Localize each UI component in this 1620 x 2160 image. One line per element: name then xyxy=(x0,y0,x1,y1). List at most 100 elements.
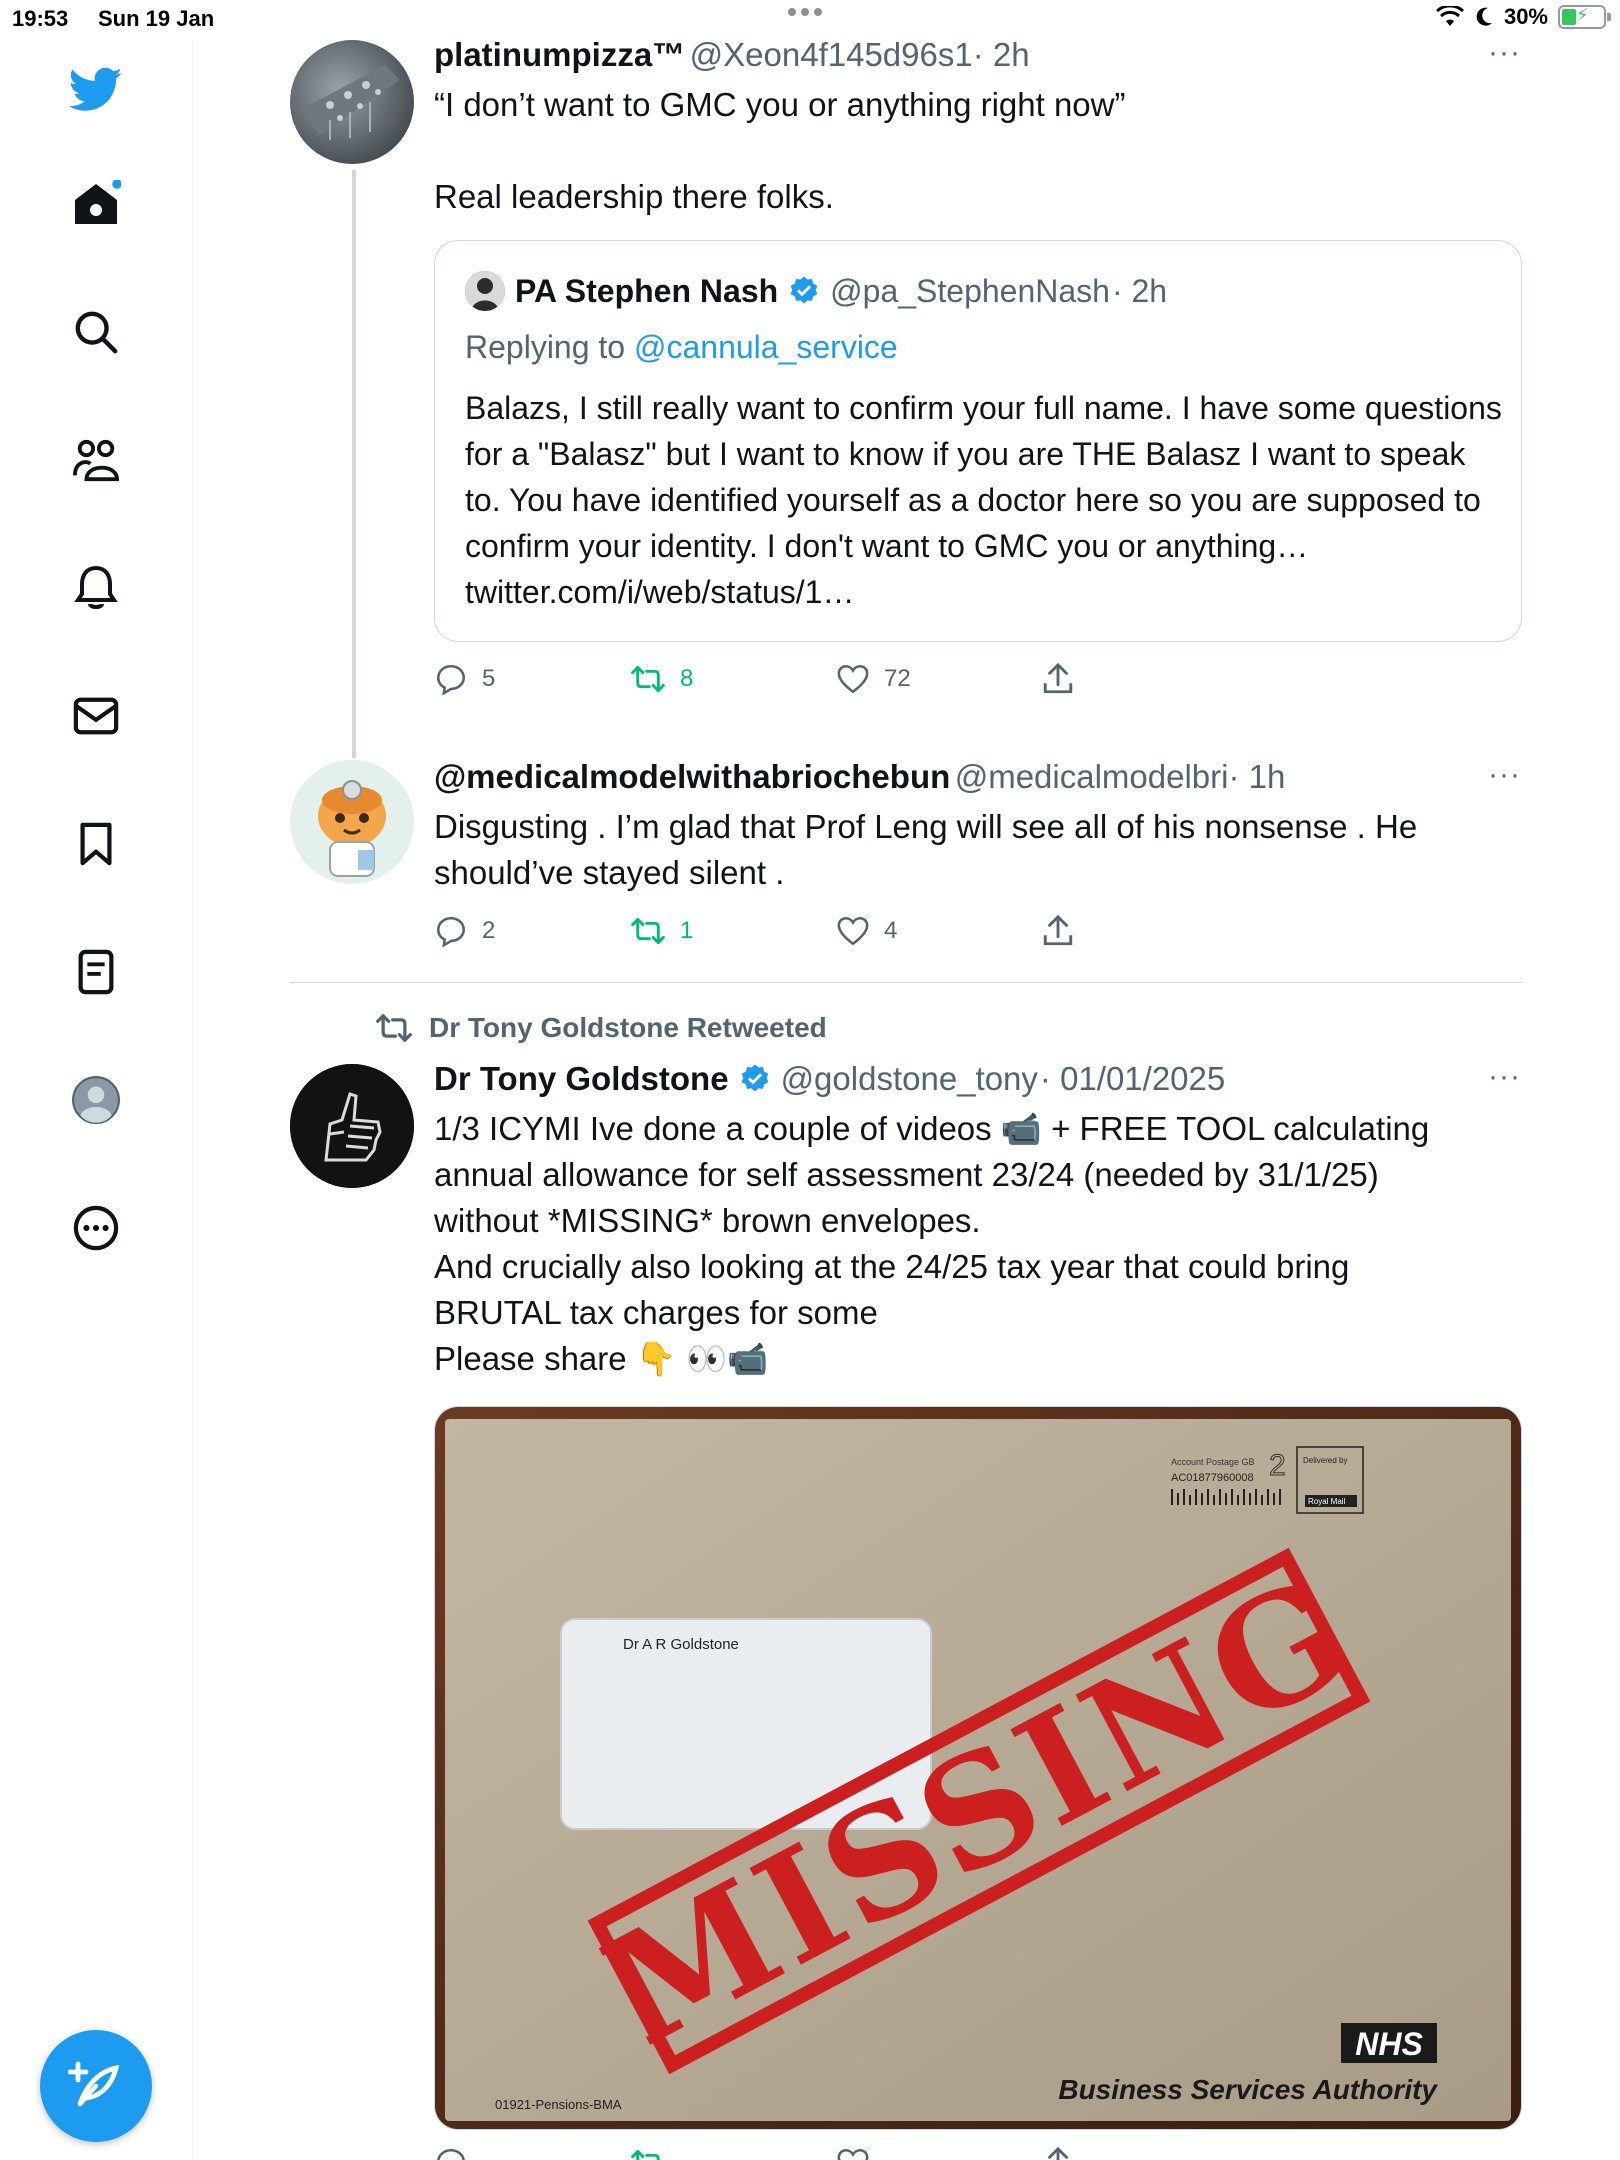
more-options-icon[interactable]: ··· xyxy=(1488,1060,1521,1094)
share-button[interactable] xyxy=(1042,2146,1074,2160)
compose-tweet-button[interactable] xyxy=(40,2030,152,2142)
author-name[interactable]: platinumpizza™ xyxy=(434,36,685,73)
verified-badge-icon xyxy=(741,1064,768,1092)
postage-label: Account Postage GB xyxy=(1171,1457,1255,1467)
tweet-text-line: 1/3 ICYMI Ive done a couple of videos 📹 … xyxy=(434,1110,1430,1147)
author-name[interactable]: @medicalmodelwithabriochebun xyxy=(434,758,950,795)
tweet-text-line: And crucially also looking at the 24/25 … xyxy=(434,1248,1350,1285)
messages-envelope-icon[interactable] xyxy=(66,686,126,746)
replying-prefix: Replying to xyxy=(465,329,626,365)
reply-button[interactable]: 2 xyxy=(434,914,630,948)
tweet-time[interactable]: · 1h xyxy=(1228,758,1285,795)
tweet-media-image[interactable]: Account Postage GB AC01877960008 2 Deliv… xyxy=(434,1406,1522,2130)
like-count: 4 xyxy=(884,917,898,944)
tweet-time[interactable]: · 01/01/2025 xyxy=(1040,1060,1225,1098)
tweet-text-line: annual allowance for self assessment 23/… xyxy=(434,1156,1379,1193)
retweet-icon xyxy=(376,1014,412,1042)
like-count: 72 xyxy=(884,665,911,692)
tweet-actions: 2 1 4 xyxy=(434,914,1074,948)
author-handle[interactable]: @goldstone_tony xyxy=(781,1060,1038,1098)
share-icon xyxy=(1048,2146,1068,2160)
moon-icon xyxy=(1476,7,1492,26)
tweet-text: “I don’t want to GMC you or anything rig… xyxy=(434,86,1126,123)
share-button[interactable] xyxy=(1042,662,1074,696)
envelope-reference: 01921-Pensions-BMA xyxy=(495,2097,622,2112)
heart-icon xyxy=(837,2148,869,2160)
tweet-header: @medicalmodelwithabriochebun @medicalmod… xyxy=(434,758,1285,796)
avatar[interactable] xyxy=(290,40,414,164)
postage-class: 2 xyxy=(1269,1449,1286,1482)
more-options-icon[interactable]: ··· xyxy=(1488,36,1521,70)
wifi-icon xyxy=(1435,6,1464,26)
quote-text: Balazs, I still really want to confirm y… xyxy=(465,390,1502,610)
avatar[interactable] xyxy=(290,760,414,884)
tweet-text: Disgusting . I’m glad that Prof Leng wil… xyxy=(434,808,1418,891)
quote-avatar xyxy=(465,271,505,311)
twitter-logo-icon[interactable] xyxy=(66,60,126,120)
quote-author-handle: @pa_StephenNash xyxy=(830,272,1110,309)
replying-to-link[interactable]: @cannula_service xyxy=(634,329,898,365)
home-icon[interactable] xyxy=(66,174,126,234)
like-button[interactable]: 4 xyxy=(836,915,1042,947)
window-recipient: Dr A R Goldstone xyxy=(623,1636,739,1653)
quote-author-name: PA Stephen Nash xyxy=(515,272,779,309)
reply-button[interactable]: 5 xyxy=(434,662,630,696)
reply-button[interactable] xyxy=(434,2146,630,2160)
retweeted-by-label[interactable]: Dr Tony Goldstone Retweeted xyxy=(375,1012,827,1044)
author-handle[interactable]: @Xeon4f145d96s1 xyxy=(690,36,973,73)
reply-count: 5 xyxy=(482,665,496,692)
retweet-button[interactable]: 8 xyxy=(630,664,836,694)
replying-to: Replying to @cannula_service xyxy=(465,329,898,366)
share-icon xyxy=(1043,662,1073,694)
postage-code: AC01877960008 xyxy=(1171,1472,1254,1484)
like-button[interactable]: 72 xyxy=(836,663,1042,695)
status-date: Sun 19 Jan xyxy=(98,6,215,31)
delivered-by: Delivered by xyxy=(1303,1456,1347,1465)
retweet-icon xyxy=(631,918,665,944)
royal-mail: Royal Mail xyxy=(1308,1497,1346,1506)
multitasking-dots-icon[interactable] xyxy=(788,8,822,16)
tweet-text: 1/3 ICYMI Ive done a couple of videos 📹 … xyxy=(434,1106,1514,1382)
author-name[interactable]: Dr Tony Goldstone xyxy=(434,1060,729,1098)
avatar[interactable] xyxy=(290,1064,414,1188)
nhs-authority: Business Services Authority xyxy=(1058,2074,1438,2105)
retweet-button[interactable] xyxy=(630,2148,836,2160)
bookmark-icon[interactable] xyxy=(66,814,126,874)
verified-badge-icon xyxy=(790,276,818,304)
thread-connector-line xyxy=(352,170,356,758)
tweet-text: Real leadership there folks. xyxy=(434,178,834,215)
retweet-count: 1 xyxy=(680,917,694,944)
quoted-tweet[interactable]: PA Stephen Nash @pa_StephenNash · 2h Repl… xyxy=(434,240,1522,642)
tweet-text-line: without *MISSING* brown envelopes. xyxy=(434,1202,981,1239)
notifications-bell-icon[interactable] xyxy=(66,558,126,618)
share-button[interactable] xyxy=(1042,914,1074,948)
retweet-count: 8 xyxy=(680,665,694,692)
search-icon[interactable] xyxy=(66,302,126,362)
retweet-button[interactable]: 1 xyxy=(630,916,836,946)
like-button[interactable] xyxy=(836,2147,1042,2160)
more-options-icon[interactable]: ··· xyxy=(1488,758,1521,792)
share-icon xyxy=(1043,914,1073,946)
tweet-text-line: BRUTAL tax charges for some xyxy=(434,1294,878,1331)
reply-count: 2 xyxy=(482,917,496,944)
profile-icon[interactable] xyxy=(66,1070,126,1130)
heart-icon xyxy=(837,916,869,946)
heart-icon xyxy=(837,664,869,694)
compose-feather-icon xyxy=(68,2061,120,2107)
reply-icon xyxy=(436,916,466,948)
quote-time: · 2h xyxy=(1111,272,1168,309)
tweet-text-line: Please share 👇 👀📹 xyxy=(434,1340,769,1377)
communities-icon[interactable] xyxy=(66,430,126,490)
nhs-logo: NHS xyxy=(1355,2026,1423,2062)
tweet-actions xyxy=(434,2146,1074,2160)
sidebar-nav xyxy=(0,40,193,2160)
battery-icon: ⚡ xyxy=(1558,5,1611,29)
lists-icon[interactable] xyxy=(66,942,126,1002)
tweet-time[interactable]: · 2h xyxy=(973,36,1030,73)
tweet-header: platinumpizza™ @Xeon4f145d96s1· 2h xyxy=(434,36,1030,74)
retweet-icon xyxy=(631,666,665,692)
status-bar: 19:53 Sun 19 Jan 30% ⚡ xyxy=(0,0,1620,40)
more-circle-icon[interactable] xyxy=(66,1198,126,1258)
author-handle[interactable]: @medicalmodelbri xyxy=(955,758,1229,795)
retweet-icon xyxy=(631,2150,660,2160)
